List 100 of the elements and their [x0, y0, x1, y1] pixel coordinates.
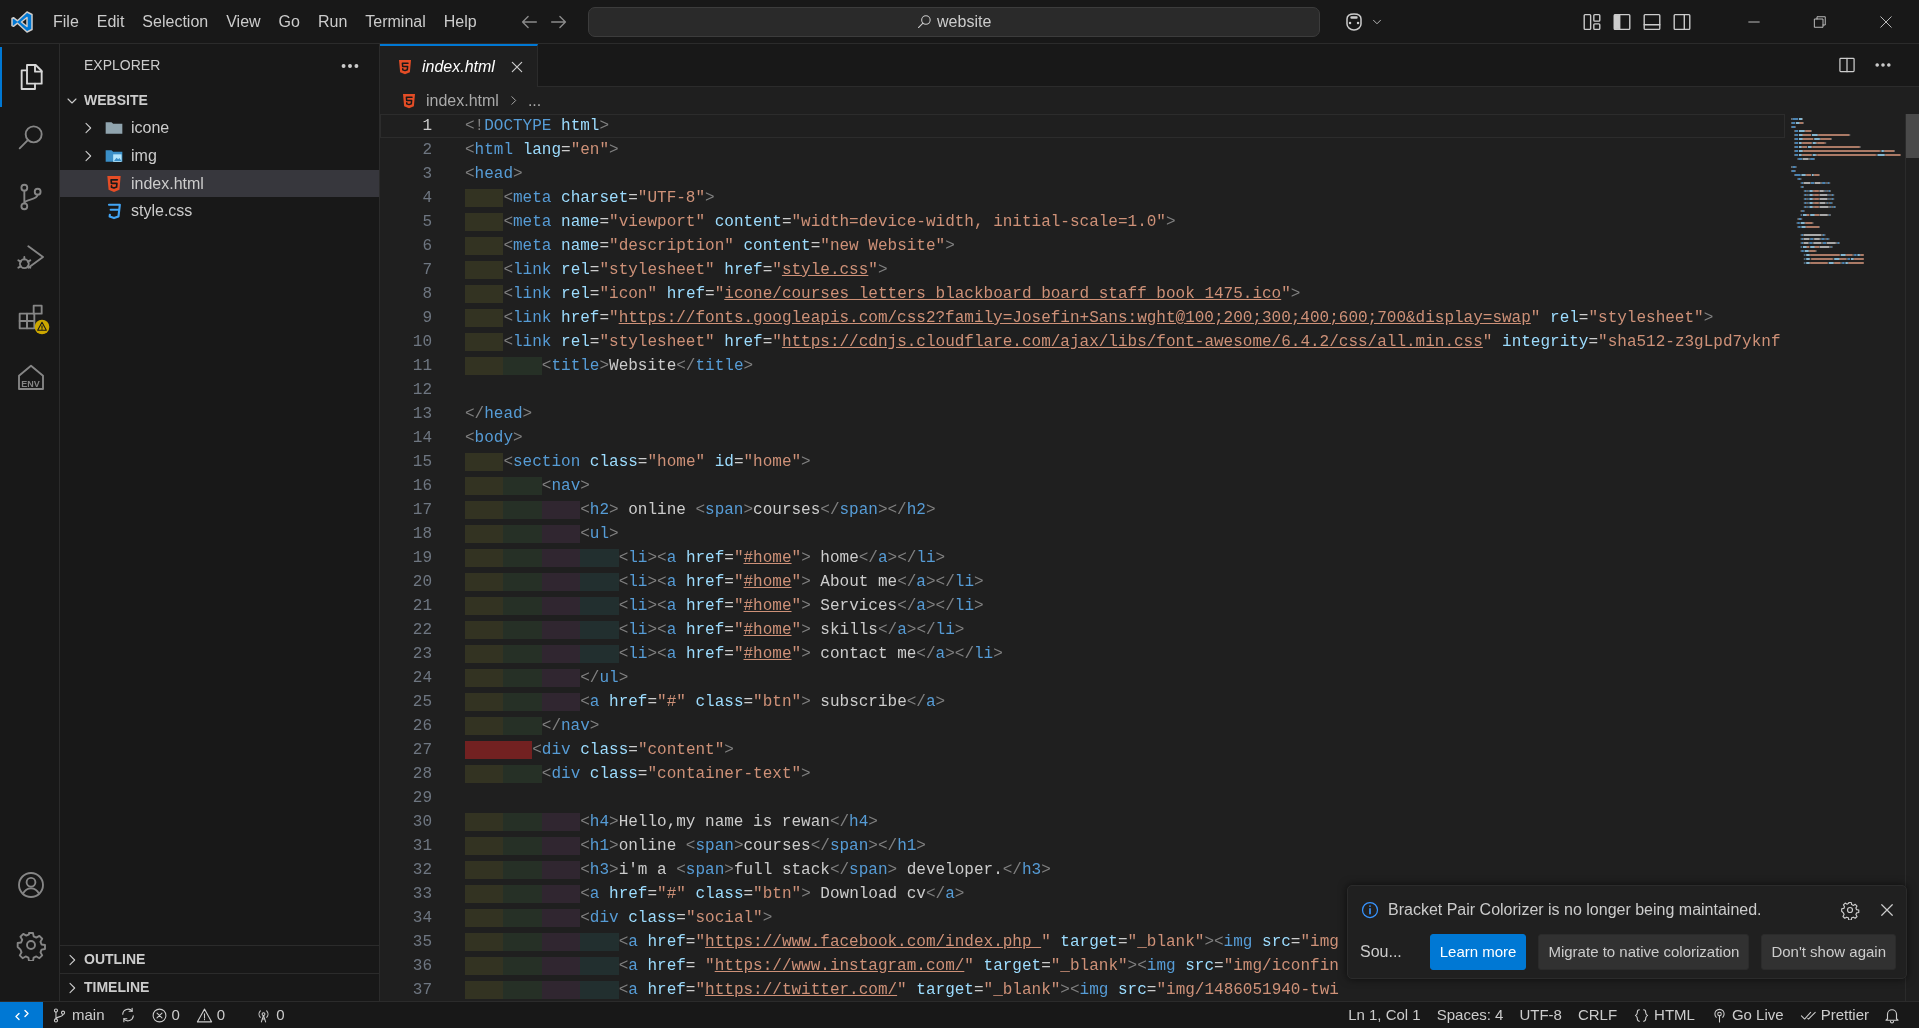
file-tree-item[interactable]: icone: [60, 114, 379, 143]
panel-title: EXPLORER: [84, 56, 161, 75]
menu-item[interactable]: Help: [434, 9, 486, 34]
code-line: <li><a href="#home"> Services</a></li>: [465, 594, 984, 618]
code-line: </nav>: [465, 714, 600, 738]
line-number: 22: [411, 620, 432, 641]
code-line: <body>: [465, 428, 523, 449]
error-icon: [150, 1006, 168, 1024]
line-number: 31: [411, 836, 432, 857]
live-server-item[interactable]: Go Live: [1702, 1002, 1792, 1028]
line-number: 9: [421, 308, 432, 329]
line-number: 28: [411, 764, 432, 785]
code-line: <meta charset="UTF-8">: [465, 186, 715, 210]
search-icon: [916, 13, 934, 30]
scrollbar[interactable]: [1906, 114, 1919, 158]
line-number: 14: [411, 428, 432, 449]
status-item[interactable]: Ln 1, Col 1: [1340, 1002, 1429, 1028]
code-line: <div class="container-text">: [465, 762, 811, 786]
code-line: <link rel="stylesheet" href="https://cdnjs.cloudflare.com/ajax/libs/font-awesome/6.4.2/css/all.min.css" integrity="sha512-z3gLpd7yknf: [465, 330, 1781, 354]
editor-tab[interactable]: index.html: [380, 44, 538, 87]
line-number: 35: [411, 932, 432, 953]
line-number: 36: [411, 956, 432, 977]
settings-icon[interactable]: [1840, 900, 1860, 920]
status-item[interactable]: UTF-8: [1511, 1002, 1570, 1028]
ports-item[interactable]: 0: [247, 1002, 293, 1028]
line-number: 34: [411, 908, 432, 929]
code-line: <div class="content">: [465, 738, 734, 762]
line-number: 16: [411, 476, 432, 497]
bell-icon[interactable]: [1883, 1006, 1901, 1024]
line-number: 6: [421, 236, 432, 257]
code-line: <html lang="en">: [465, 140, 619, 161]
code-line: <meta name="description" content="new Website">: [465, 234, 955, 258]
search-value: website: [937, 11, 992, 32]
split-editor-icon[interactable]: [1837, 55, 1857, 75]
code-line: <a href="#" class="btn"> subscribe</a>: [465, 690, 946, 714]
code-line: <a href= "https://www.instagram.com/" target="_blank"><img src="img/iconfin: [465, 954, 1339, 978]
activity-tab[interactable]: ENV: [0, 347, 59, 407]
line-number: 10: [411, 332, 432, 353]
line-number: 18: [411, 524, 432, 545]
errors-item[interactable]: 0: [142, 1002, 188, 1028]
code-line: <head>: [465, 164, 523, 185]
line-number: 1: [421, 116, 432, 137]
line-number: 30: [411, 812, 432, 833]
line-number: 17: [411, 500, 432, 521]
code-line: </ul>: [465, 666, 629, 690]
menu-item[interactable]: Terminal: [356, 9, 435, 34]
code-line: <li><a href="#home"> home</a></li>: [465, 546, 946, 570]
info-icon: [1360, 900, 1380, 920]
line-number: 25: [411, 692, 432, 713]
menu-item[interactable]: View: [217, 9, 270, 34]
notification-button[interactable]: Don't show again: [1761, 934, 1896, 970]
html-file-icon: [104, 173, 124, 194]
line-number: 3: [421, 164, 432, 185]
menu-item[interactable]: Go: [269, 9, 309, 34]
line-number: 33: [411, 884, 432, 905]
breadcrumb-item[interactable]: ...: [527, 88, 542, 113]
line-number: 12: [411, 380, 432, 401]
line-number: 37: [411, 980, 432, 1001]
file-tree-item[interactable]: index.html: [60, 169, 379, 198]
menu-item[interactable]: File: [44, 9, 88, 34]
language-item[interactable]: HTML: [1625, 1002, 1703, 1028]
code-line: <link href="https://fonts.googleapis.com/css2?family=Josefin+Sans:wght@100;200;300;400;600;700&display=swap" rel="stylesheet">: [465, 306, 1714, 330]
status-item[interactable]: Spaces: 4: [1428, 1002, 1512, 1028]
notification-button[interactable]: Migrate to native colorization: [1538, 934, 1750, 970]
file-tree-item[interactable]: style.css: [60, 197, 379, 225]
menu-item[interactable]: Selection: [133, 9, 218, 34]
file-tree-item[interactable]: img: [60, 142, 379, 170]
menu-item[interactable]: Edit: [87, 9, 134, 34]
branch-item[interactable]: main: [43, 1002, 113, 1028]
close-icon[interactable]: [1878, 901, 1896, 919]
html-file-icon: [400, 91, 418, 110]
code-line: <h3>i'm a <span>full stack</span> developer.</h3>: [465, 858, 1051, 882]
code-line: <section class="home" id="home">: [465, 450, 811, 474]
section-header[interactable]: OUTLINE: [60, 945, 379, 973]
status-item[interactable]: CRLF: [1569, 1002, 1626, 1028]
code-line: <meta name="viewport" content="width=device-width, initial-scale=1.0">: [465, 210, 1176, 234]
menu-item[interactable]: Run: [308, 9, 357, 34]
line-number: 24: [411, 668, 432, 689]
line-number: 19: [411, 548, 432, 569]
code-line: <title>Website</title>: [465, 354, 754, 378]
settings-icon[interactable]: [14, 929, 47, 961]
code-line: <link rel="stylesheet" href="style.css">: [465, 258, 888, 282]
line-number: 27: [411, 740, 432, 761]
search-field[interactable]: website: [587, 6, 1320, 37]
code-line: <nav>: [465, 474, 590, 498]
braces-icon: [1633, 1006, 1651, 1024]
code-line: <div class="social">: [465, 906, 773, 930]
code-line: <ul>: [465, 522, 619, 546]
remote-button[interactable]: [0, 1002, 43, 1028]
breadcrumb-item[interactable]: index.html: [426, 88, 499, 113]
code-line: <link rel="icon" href="icone/courses_letters_blackboard_board_staff_book_1475.ico">: [465, 282, 1301, 306]
code-line: <li><a href="#home"> About me</a></li>: [465, 570, 984, 594]
warnings-item[interactable]: 0: [187, 1002, 234, 1028]
html-file-icon: [396, 57, 414, 76]
folder-header[interactable]: WEBSITE: [60, 87, 379, 115]
code-line: <a href="#" class="btn"> Download cv</a>: [465, 882, 965, 906]
notification-button[interactable]: Learn more: [1429, 934, 1527, 970]
code-line: </head>: [465, 404, 533, 425]
formatter-item[interactable]: Prettier: [1791, 1002, 1877, 1028]
code-line: <h1>online <span>courses</span></h1>: [465, 834, 926, 858]
